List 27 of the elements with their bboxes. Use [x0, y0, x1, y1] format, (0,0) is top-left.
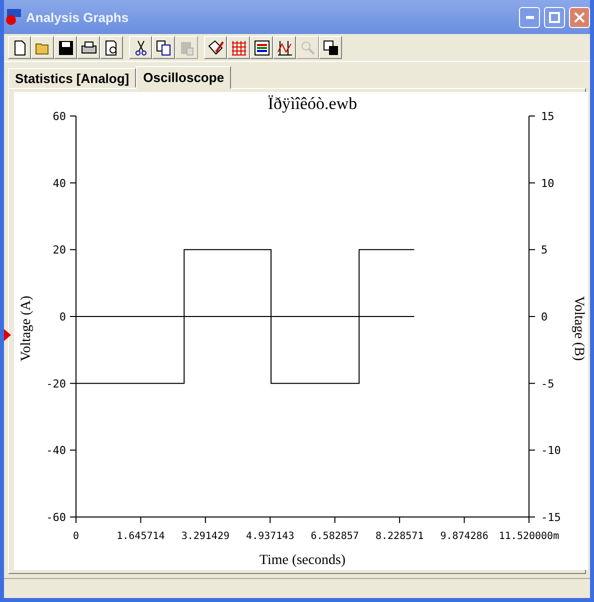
y-tick-label: -10	[541, 444, 561, 458]
y-tick-label: -60	[46, 511, 66, 524]
y-tick-label: 40	[52, 176, 66, 190]
x-tick-label: 11.520000m	[498, 531, 560, 542]
window-title: Analysis Graphs	[26, 10, 130, 24]
y-tick-label: 5	[541, 244, 548, 257]
x-tick-label: 9.874286	[440, 531, 488, 542]
y-axis-title: Voltage (A)	[19, 296, 34, 362]
y-tick-label: -15	[541, 511, 561, 524]
y-axis-title: Voltage (B)	[571, 296, 586, 361]
y-tick-label: 0	[59, 310, 66, 324]
chart-title: Ïðÿìîêóò.ewb	[268, 94, 358, 113]
x-tick-label: 1.645714	[116, 531, 165, 542]
y-tick-label: 20	[52, 244, 66, 257]
x-tick-label: 8.228571	[375, 531, 424, 542]
y-tick-label: 60	[52, 110, 66, 123]
y-tick-label: 0	[541, 310, 548, 324]
x-axis-title: Time (seconds)	[259, 553, 346, 568]
y-tick-label: -5	[541, 377, 554, 390]
x-tick-label: 3.291429	[181, 531, 230, 542]
y-tick-label: -40	[46, 444, 66, 458]
x-tick-label: 4.937143	[246, 531, 294, 542]
y-tick-label: -20	[46, 377, 66, 390]
x-tick-label: 0	[72, 531, 80, 542]
y-tick-label: 15	[541, 110, 554, 123]
y-tick-label: 10	[541, 176, 554, 190]
x-tick-label: 6.582857	[310, 531, 359, 542]
